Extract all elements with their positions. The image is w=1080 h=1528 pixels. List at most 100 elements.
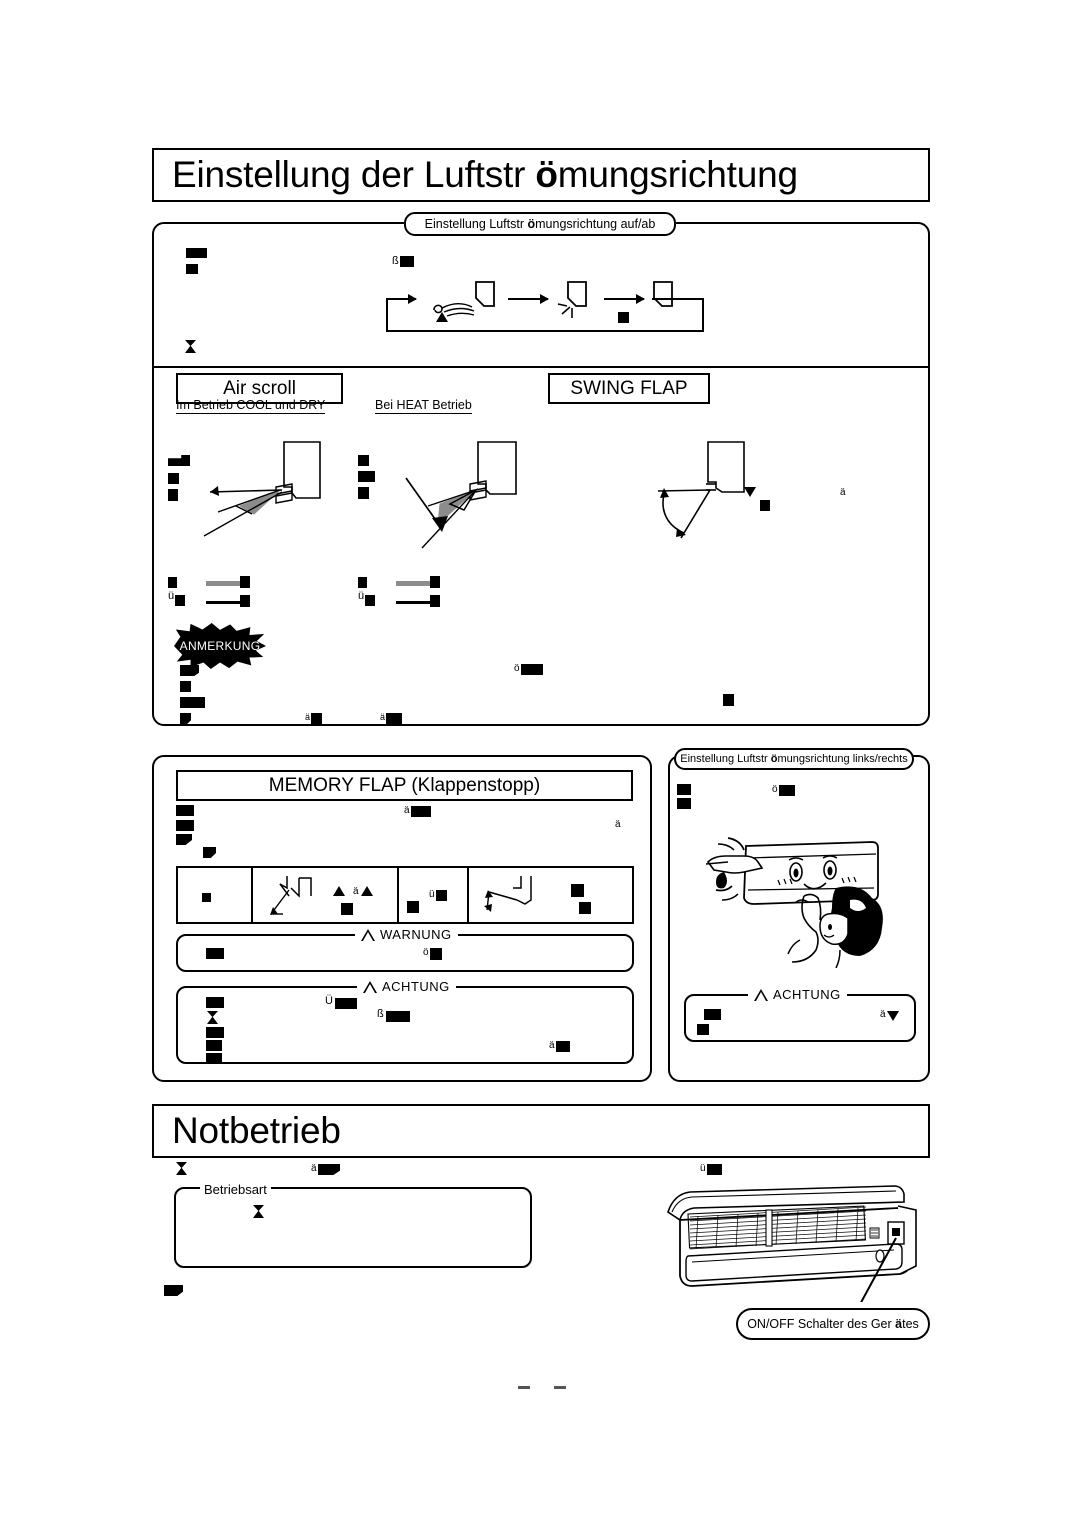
triangle-down-marker bbox=[887, 1011, 899, 1021]
redacted-block bbox=[723, 694, 734, 706]
cell-label-1 bbox=[178, 868, 253, 922]
legend-gray-swatch bbox=[396, 581, 430, 586]
redacted-block bbox=[240, 576, 250, 588]
redacted-block bbox=[677, 784, 691, 795]
cell-diagram-2 bbox=[469, 868, 632, 922]
caption-swing-flap: SWING FLAP bbox=[548, 373, 710, 404]
redacted-block bbox=[365, 595, 375, 606]
redacted-block bbox=[579, 902, 591, 914]
legend-black-swatch bbox=[206, 601, 240, 604]
notice-warnung-label: WARNUNG bbox=[380, 927, 452, 942]
panel-caption-leftright: Einstellung Luftstr ö mungsrichtung links… bbox=[674, 748, 914, 770]
redacted-glyph bbox=[176, 1162, 187, 1175]
glyph-a-umlaut: ä bbox=[353, 886, 359, 897]
caption-memory-flap: MEMORY FLAP (Klappenstopp) bbox=[176, 770, 633, 801]
section-title-airflow: Einstellung der Luftstr ömungsrichtung bbox=[152, 148, 930, 202]
glyph-eszett: ß bbox=[377, 1008, 384, 1020]
glyph-u-umlaut: ü bbox=[429, 889, 435, 900]
glyph-a-umlaut: ä bbox=[311, 1163, 317, 1174]
redacted-block bbox=[240, 595, 250, 607]
glyph-a-umlaut: ä bbox=[615, 819, 621, 830]
redacted-block bbox=[206, 1027, 224, 1038]
redacted-block bbox=[318, 1164, 340, 1175]
panel-caption-updown: Einstellung Luftstr ö mungsrichtung auf/a… bbox=[404, 212, 676, 236]
glyph-u-umlaut: ü bbox=[168, 590, 175, 602]
redacted-block bbox=[168, 577, 177, 588]
redacted-block bbox=[206, 1053, 222, 1063]
airflow-cycle-diagram bbox=[386, 276, 706, 332]
redacted-block bbox=[707, 1164, 722, 1175]
redacted-block bbox=[180, 665, 199, 676]
redacted-block bbox=[180, 681, 191, 692]
notice-warnung-caption: WARNUNG bbox=[355, 927, 458, 942]
warning-triangle-icon bbox=[754, 988, 768, 1001]
subhead-cool-dry: Im Betrieb COOL und DRY bbox=[176, 398, 326, 414]
section-title-airflow-text: Einstellung der Luftstr ömungsrichtung bbox=[172, 154, 798, 195]
note-badge-label: ANMERKUNG bbox=[179, 639, 261, 653]
warning-triangle-icon bbox=[363, 980, 377, 993]
mode-box-label: Betriebsart bbox=[200, 1182, 271, 1197]
redacted-block bbox=[407, 901, 419, 913]
redacted-block bbox=[206, 997, 224, 1008]
redacted-block bbox=[206, 1040, 222, 1051]
glyph-a-umlaut: ä bbox=[549, 1040, 555, 1051]
redacted-block bbox=[186, 248, 207, 258]
redacted-block bbox=[175, 595, 185, 606]
glyph-o-umlaut: ö bbox=[514, 663, 520, 674]
glyph-eszett: ß bbox=[392, 255, 399, 267]
redacted-block bbox=[386, 1011, 410, 1022]
flap-angle-up-icon bbox=[270, 876, 312, 915]
redacted-block bbox=[164, 1285, 183, 1296]
section-title-emergency-text: Notbetrieb bbox=[172, 1110, 341, 1151]
redacted-block bbox=[697, 1024, 709, 1035]
flap-with-rays-icon bbox=[557, 281, 587, 318]
redacted-block bbox=[358, 455, 369, 466]
redacted-block bbox=[180, 697, 205, 708]
redacted-block bbox=[335, 998, 357, 1009]
glyph-a-umlaut: ä bbox=[840, 487, 846, 498]
glyph-o-umlaut: ö bbox=[772, 784, 778, 795]
arrow-icon bbox=[388, 294, 417, 304]
glyph-u-umlaut: ü bbox=[358, 590, 365, 602]
arrow-icon bbox=[604, 294, 645, 304]
redacted-block bbox=[677, 798, 691, 809]
redacted-block bbox=[430, 948, 442, 960]
redacted-block bbox=[386, 713, 402, 724]
triangle-up-marker bbox=[361, 886, 373, 896]
notice-achtung-memory-caption: ACHTUNG bbox=[357, 979, 456, 994]
redacted-block bbox=[358, 577, 367, 588]
glyph-o-umlaut: ö bbox=[423, 947, 429, 958]
page-mark bbox=[554, 1386, 566, 1389]
hand-adjusting-louver-illustration bbox=[705, 837, 883, 968]
redacted-block bbox=[521, 664, 543, 675]
notice-achtung-memory bbox=[176, 986, 634, 1064]
memory-flap-cell-strip: ä ü bbox=[176, 866, 634, 924]
notice-achtung-leftright-label: ACHTUNG bbox=[773, 987, 841, 1002]
cell-diagram-1: ä bbox=[253, 868, 399, 922]
redacted-block bbox=[358, 487, 369, 499]
glyph-u-umlaut: ü bbox=[700, 1163, 706, 1174]
redacted-block bbox=[779, 785, 795, 796]
redacted-block bbox=[168, 489, 178, 501]
redacted-block bbox=[760, 500, 770, 511]
glyph-a-umlaut: ä bbox=[305, 712, 311, 722]
notice-achtung-memory-label: ACHTUNG bbox=[382, 979, 450, 994]
panel-divider bbox=[154, 366, 928, 368]
cell-label-2: ü bbox=[399, 868, 469, 922]
redacted-block bbox=[704, 1009, 721, 1020]
redacted-block bbox=[571, 884, 584, 897]
triangle-up-marker bbox=[333, 886, 345, 896]
redacted-block bbox=[556, 1041, 570, 1052]
notice-achtung-leftright-caption: ACHTUNG bbox=[748, 987, 847, 1002]
cool-dry-airflow-illustration bbox=[203, 441, 321, 537]
flap-angle-flat-icon bbox=[484, 876, 532, 912]
glyph-a-umlaut: ä bbox=[380, 712, 386, 722]
manual-page: Einstellung der Luftstr ömungsrichtung E… bbox=[0, 0, 1080, 1528]
redacted-block bbox=[176, 805, 194, 816]
glyph-U-umlaut: Ü bbox=[325, 995, 333, 1007]
glyph-a-umlaut: ä bbox=[880, 1009, 886, 1020]
redacted-block bbox=[206, 948, 224, 959]
subhead-heat: Bei HEAT Betrieb bbox=[375, 398, 472, 414]
redacted-block bbox=[430, 595, 440, 607]
redacted-block bbox=[186, 264, 198, 274]
